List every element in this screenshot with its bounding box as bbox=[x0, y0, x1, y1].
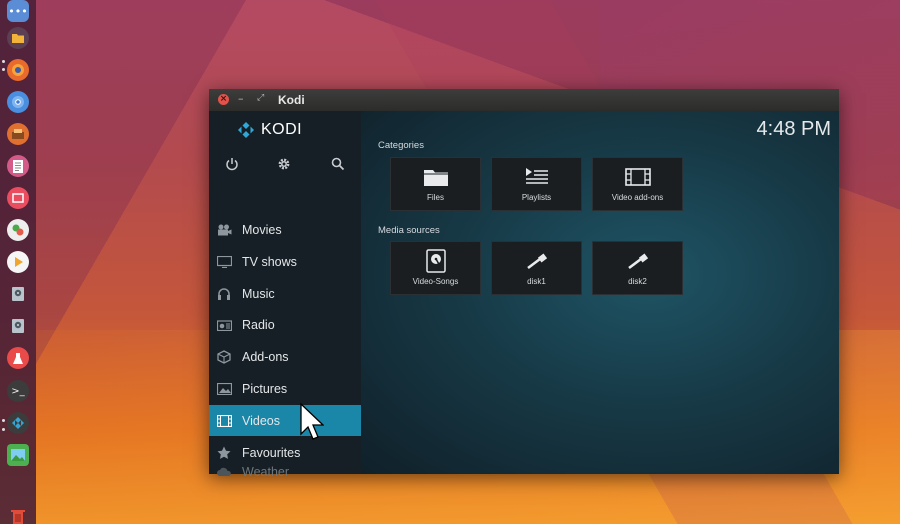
sidebar-top-icons bbox=[209, 157, 361, 177]
sidebar-item-label: Music bbox=[242, 286, 275, 301]
headphones-icon bbox=[216, 287, 232, 301]
vlc-icon[interactable] bbox=[7, 251, 29, 273]
files-icon[interactable] bbox=[7, 27, 29, 49]
sidebar-item-pictures[interactable]: Pictures bbox=[209, 373, 361, 404]
tile-label: disk1 bbox=[527, 277, 546, 286]
kodi-logo[interactable]: KODI bbox=[237, 121, 302, 139]
disk-icon[interactable] bbox=[7, 283, 29, 305]
sidebar-item-videos[interactable]: Videos bbox=[209, 405, 361, 436]
dash-icon[interactable]: ••• bbox=[7, 0, 29, 22]
usb-icon bbox=[623, 250, 653, 272]
chromium-icon[interactable] bbox=[7, 91, 29, 113]
sidebar-item-music[interactable]: Music bbox=[209, 278, 361, 309]
tile-label: Files bbox=[427, 193, 444, 202]
maximize-button[interactable]: ⤢ bbox=[257, 93, 264, 103]
kodi-logo-text: KODI bbox=[261, 121, 303, 138]
close-button[interactable]: × bbox=[218, 94, 229, 105]
sidebar-item-label: Movies bbox=[242, 222, 282, 237]
app-switch-icon[interactable] bbox=[7, 219, 29, 241]
tile-label: Video add-ons bbox=[611, 193, 664, 202]
text-editor-icon[interactable] bbox=[7, 155, 29, 177]
screenshot-icon[interactable] bbox=[7, 187, 29, 209]
kodi-logo-icon bbox=[237, 121, 255, 139]
trash-icon[interactable] bbox=[7, 505, 29, 524]
sidebar-item-label: Pictures bbox=[242, 381, 288, 396]
playlist-icon bbox=[522, 166, 552, 188]
sidebar-item-add-ons[interactable]: Add-ons bbox=[209, 341, 361, 372]
firefox-icon[interactable] bbox=[7, 59, 29, 81]
sidebar-item-label: Radio bbox=[242, 317, 275, 332]
tile-label: disk2 bbox=[628, 277, 647, 286]
star-icon bbox=[216, 446, 232, 460]
usb-icon bbox=[522, 250, 552, 272]
image-viewer-icon[interactable] bbox=[7, 444, 29, 466]
search-icon[interactable] bbox=[331, 157, 345, 175]
launcher-pip bbox=[2, 428, 5, 431]
clock: 4:48 PM bbox=[756, 118, 831, 140]
kodi-icon[interactable] bbox=[7, 412, 29, 434]
sidebar-item-label: TV shows bbox=[242, 254, 297, 269]
film-icon bbox=[216, 414, 232, 428]
sidebar-item-movies[interactable]: Movies bbox=[209, 214, 361, 245]
sidebar: KODI Movies TV shows Music Radio Add-ons… bbox=[209, 111, 361, 479]
tile-files[interactable]: Files bbox=[390, 157, 481, 211]
minimize-button[interactable]: – bbox=[238, 92, 244, 105]
tile-label: Video-Songs bbox=[412, 277, 459, 286]
tile-video-songs[interactable]: Video-Songs bbox=[390, 241, 481, 295]
movies-icon bbox=[216, 223, 232, 237]
weather-icon bbox=[216, 465, 232, 479]
sidebar-item-favourites[interactable]: Favourites bbox=[209, 437, 361, 468]
sidebar-item-label: Favourites bbox=[242, 445, 301, 460]
pictures-icon bbox=[216, 382, 232, 396]
sidebar-item-label: Weather bbox=[242, 464, 290, 479]
mouse-cursor-icon bbox=[300, 402, 325, 446]
categories-heading: Categories bbox=[378, 140, 424, 151]
radio-icon bbox=[216, 318, 232, 332]
sidebar-item-tv-shows[interactable]: TV shows bbox=[209, 246, 361, 277]
tile-disk1[interactable]: disk1 bbox=[491, 241, 582, 295]
addons-icon bbox=[216, 349, 232, 364]
film-strip-icon bbox=[623, 166, 653, 188]
sidebar-item-weather[interactable]: Weather bbox=[209, 465, 361, 479]
launcher-pip bbox=[2, 68, 5, 71]
sidebar-item-label: Add-ons bbox=[242, 349, 289, 364]
app-icon[interactable] bbox=[7, 123, 29, 145]
title-bar[interactable]: × – ⤢ Kodi bbox=[209, 89, 839, 111]
flask-icon[interactable] bbox=[7, 347, 29, 369]
sidebar-item-label: Videos bbox=[242, 413, 280, 428]
launcher-pip bbox=[2, 60, 5, 63]
terminal-icon[interactable]: >_ bbox=[7, 380, 29, 402]
disk-icon-2[interactable] bbox=[7, 315, 29, 337]
launcher: ••• >_ bbox=[0, 0, 36, 524]
harddisk-icon bbox=[421, 249, 451, 273]
folder-icon bbox=[421, 166, 451, 188]
window-title: Kodi bbox=[278, 93, 305, 107]
gear-icon[interactable] bbox=[277, 157, 291, 175]
main-panel: 4:48 PM Categories Files Playlists Video… bbox=[361, 111, 839, 474]
sidebar-item-radio[interactable]: Radio bbox=[209, 309, 361, 340]
tile-video-add-ons[interactable]: Video add-ons bbox=[592, 157, 683, 211]
power-icon[interactable] bbox=[225, 157, 239, 175]
tile-playlists[interactable]: Playlists bbox=[491, 157, 582, 211]
tv-icon bbox=[216, 255, 232, 269]
media-sources-heading: Media sources bbox=[378, 225, 440, 236]
tile-label: Playlists bbox=[521, 193, 552, 202]
launcher-pip bbox=[2, 419, 5, 422]
tile-disk2[interactable]: disk2 bbox=[592, 241, 683, 295]
